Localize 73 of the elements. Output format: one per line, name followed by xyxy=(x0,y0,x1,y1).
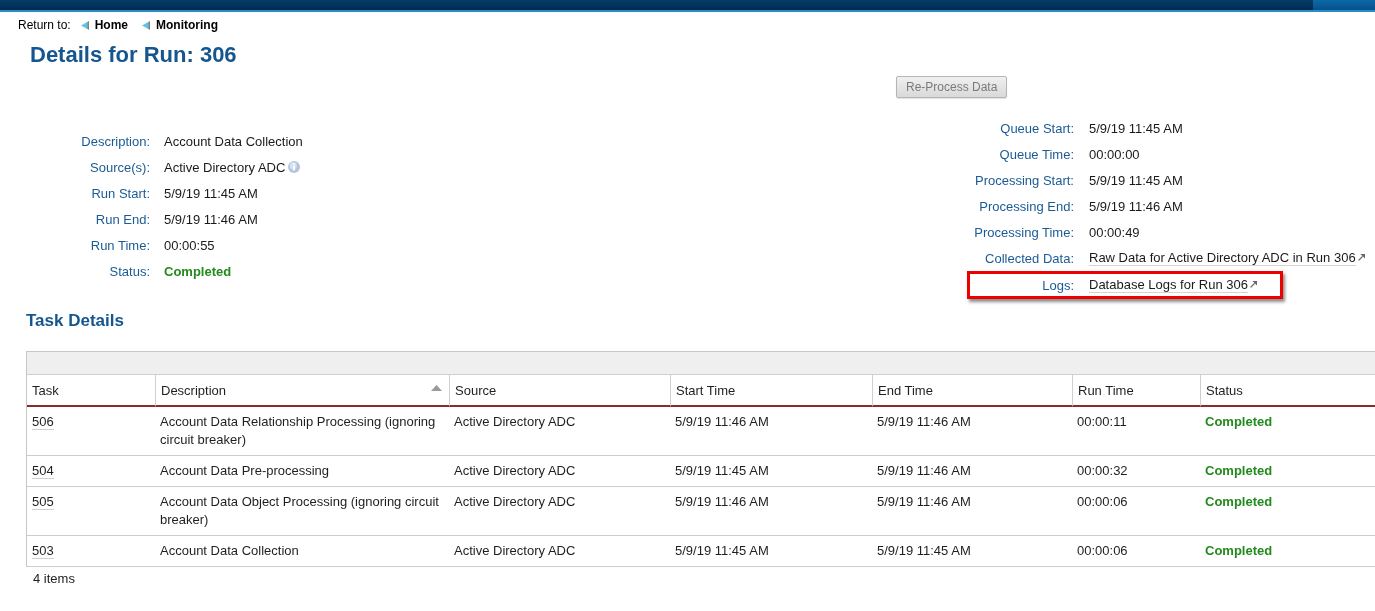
field-value: 5/9/19 11:45 AM xyxy=(164,185,258,201)
field-label: Processing Start: xyxy=(975,172,1074,188)
run-time: 00:00:32 xyxy=(1077,463,1128,478)
column-header[interactable]: Source xyxy=(449,374,670,407)
field-value: 5/9/19 11:45 AM xyxy=(1089,172,1183,188)
task-status: Completed xyxy=(1205,463,1273,478)
source-name: Active Directory ADC xyxy=(454,494,576,509)
page-title: Details for Run: 306 xyxy=(30,42,237,68)
data-link[interactable]: Raw Data for Active Directory ADC in Run 306 xyxy=(1089,250,1356,266)
task-description: Account Data Pre-processing xyxy=(160,463,330,478)
task-description: Account Data Collection xyxy=(160,543,299,558)
field-value: 5/9/19 11:45 AM xyxy=(1089,120,1183,136)
source-name: Active Directory ADC xyxy=(454,414,576,429)
field-label: Logs: xyxy=(1042,277,1074,293)
breadcrumb-link[interactable]: Home xyxy=(80,18,129,32)
task-status: Completed xyxy=(1205,414,1273,429)
field-value: 00:00:49 xyxy=(1089,224,1140,240)
data-link[interactable]: Database Logs for Run 306 xyxy=(1089,277,1248,293)
column-header[interactable]: Status xyxy=(1200,374,1375,407)
field-value: 00:00:55 xyxy=(164,237,215,253)
field-label: Description: xyxy=(81,133,150,149)
status-text: Completed xyxy=(164,263,232,279)
source-name: Active Directory ADC xyxy=(454,463,576,478)
field-value: Account Data Collection xyxy=(164,133,303,149)
field-value: 5/9/19 11:46 AM xyxy=(164,211,258,227)
left-triangle-icon xyxy=(80,20,89,30)
column-header[interactable]: End Time xyxy=(872,374,1072,407)
column-header[interactable]: Description xyxy=(155,374,449,407)
column-header[interactable]: Start Time xyxy=(670,374,872,407)
run-time: 00:00:06 xyxy=(1077,494,1128,509)
source-name: Active Directory ADC xyxy=(454,543,576,558)
task-link[interactable]: 505 xyxy=(32,494,54,510)
run-time: 00:00:11 xyxy=(1077,414,1127,429)
field-label: Processing Time: xyxy=(974,224,1074,240)
field-label: Collected Data: xyxy=(985,250,1074,266)
start-time: 5/9/19 11:46 AM xyxy=(675,494,769,509)
section-title: Task Details xyxy=(26,310,124,332)
item-count: 4 items xyxy=(32,570,75,587)
run-time: 00:00:06 xyxy=(1077,543,1128,558)
end-time: 5/9/19 11:45 AM xyxy=(877,543,971,558)
start-time: 5/9/19 11:46 AM xyxy=(675,414,769,429)
column-header[interactable]: Task xyxy=(27,374,155,407)
task-status: Completed xyxy=(1205,494,1273,509)
task-description: Account Data Object Processing (ignoring circuit breaker) xyxy=(160,494,439,527)
task-description: Account Data Relationship Processing (ignoring circuit breaker) xyxy=(160,414,436,447)
field-label: Status: xyxy=(109,263,150,279)
arrow-up-right-icon xyxy=(1250,281,1257,288)
field-label: Run End: xyxy=(95,211,150,227)
field-label: Queue Start: xyxy=(1000,120,1074,136)
column-header[interactable]: Run Time xyxy=(1072,374,1200,407)
field-value: 00:00:00 xyxy=(1089,146,1140,162)
return-label: Return to: xyxy=(18,18,71,32)
start-time: 5/9/19 11:45 AM xyxy=(675,463,769,478)
field-label: Run Time: xyxy=(90,237,150,253)
field-label: Processing End: xyxy=(979,198,1074,214)
task-link[interactable]: 504 xyxy=(32,463,54,479)
info-icon[interactable] xyxy=(288,161,301,173)
banner-panel xyxy=(1313,0,1375,10)
left-triangle-icon xyxy=(142,20,151,30)
task-link[interactable]: 506 xyxy=(32,414,54,430)
field-value: Active Directory ADC xyxy=(164,159,286,175)
end-time: 5/9/19 11:46 AM xyxy=(877,463,971,478)
end-time: 5/9/19 11:46 AM xyxy=(877,414,971,429)
start-time: 5/9/19 11:45 AM xyxy=(675,543,769,558)
field-label: Run Start: xyxy=(91,185,150,201)
field-value: 5/9/19 11:46 AM xyxy=(1089,198,1183,214)
end-time: 5/9/19 11:46 AM xyxy=(877,494,971,509)
task-status: Completed xyxy=(1205,543,1273,558)
field-label: Source(s): xyxy=(90,159,150,175)
field-label: Queue Time: xyxy=(999,146,1074,162)
task-link[interactable]: 503 xyxy=(32,543,54,559)
breadcrumb-link[interactable]: Monitoring xyxy=(142,18,219,32)
arrow-up-right-icon xyxy=(1357,254,1365,261)
